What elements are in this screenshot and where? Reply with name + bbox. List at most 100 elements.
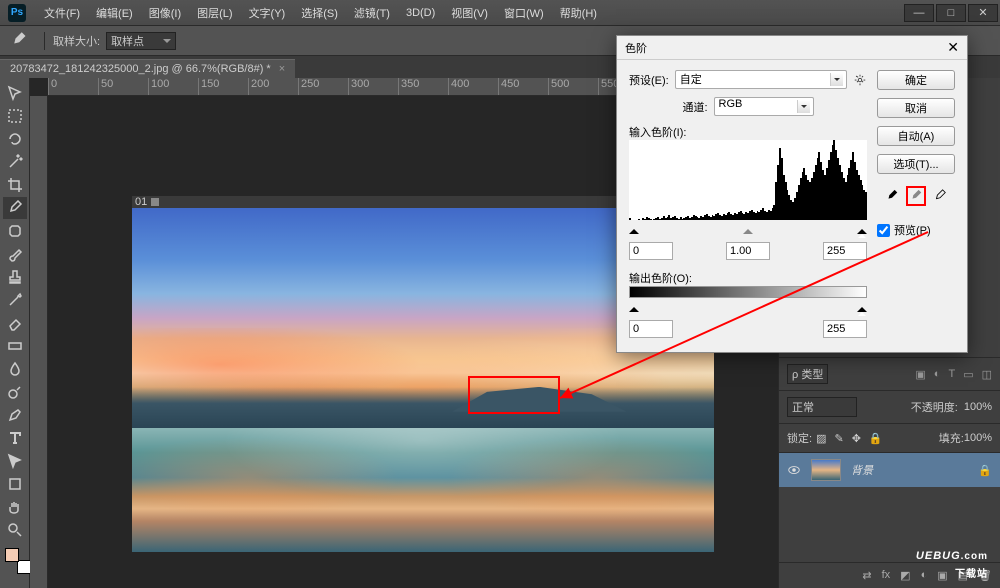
lock-paint-icon[interactable]: ✎ [834,432,843,445]
watermark: UEBUG.com 下载站 [916,542,988,580]
color-swatch[interactable] [5,548,25,568]
ok-button[interactable]: 确定 [877,70,955,90]
histogram [629,140,867,220]
menu-help[interactable]: 帮助(H) [552,5,605,21]
output-gradient [629,286,867,298]
blend-mode-combo[interactable]: 正常 [787,397,857,417]
filter-smart-icon[interactable]: ◫ [982,368,992,381]
dialog-close-icon[interactable]: ✕ [947,39,959,56]
wand-tool[interactable] [3,151,27,173]
crop-tool[interactable] [3,174,27,196]
layers-blend-row: 正常 不透明度: 100% [779,391,1000,424]
toolbox [0,78,30,588]
output-levels-label: 输出色阶(O): [629,273,692,285]
channel-label: 通道: [682,99,707,115]
menu-layer[interactable]: 图层(L) [189,5,240,21]
fill-value[interactable]: 100% [964,432,992,444]
gear-icon[interactable] [853,73,867,87]
zoom-tool[interactable] [3,519,27,541]
opacity-label: 不透明度: [911,399,958,415]
gray-eyedropper[interactable] [906,186,926,206]
gamma-slider[interactable] [743,224,753,234]
stamp-tool[interactable] [3,266,27,288]
out-white-slider[interactable] [857,302,867,312]
menu-3d[interactable]: 3D(D) [398,7,443,19]
layer-thumbnail [811,459,841,481]
layer-filter-combo[interactable]: ρ 类型 [787,364,828,384]
input-black-field[interactable] [629,242,673,260]
tab-title: 20783472_181242325000_2.jpg @ 66.7%(RGB/… [10,63,271,75]
menu-filter[interactable]: 滤镜(T) [346,5,398,21]
input-levels-label: 输入色阶(I): [629,127,686,139]
maximize-button[interactable]: □ [936,4,966,22]
auto-button[interactable]: 自动(A) [877,126,955,146]
eraser-tool[interactable] [3,312,27,334]
lock-icon: 🔒 [978,464,992,477]
lasso-tool[interactable] [3,128,27,150]
menu-type[interactable]: 文字(Y) [241,5,294,21]
blur-tool[interactable] [3,358,27,380]
levels-dialog: 色阶 ✕ 预设(E): 自定 通道: RGB 输入色阶(I): [616,35,968,353]
menu-file[interactable]: 文件(F) [36,5,88,21]
layer-row-background[interactable]: 背景 🔒 [779,453,1000,487]
tab-close-icon[interactable]: × [279,63,285,75]
menu-window[interactable]: 窗口(W) [496,5,552,21]
preview-checkbox[interactable]: 预览(P) [877,222,955,238]
menu-view[interactable]: 视图(V) [443,5,496,21]
heal-tool[interactable] [3,220,27,242]
fx-icon[interactable]: fx [882,569,891,582]
black-eyedropper[interactable] [882,186,902,206]
path-tool[interactable] [3,450,27,472]
menu-select[interactable]: 选择(S) [293,5,346,21]
opacity-value[interactable]: 100% [964,401,992,413]
shape-tool[interactable] [3,473,27,495]
lock-all-icon[interactable]: 🔒 [869,432,883,445]
output-black-field[interactable] [629,320,673,338]
dialog-title: 色阶 [625,40,647,56]
white-point-slider[interactable] [857,224,867,234]
channel-combo[interactable]: RGB [714,97,814,116]
filter-shape-icon[interactable]: ▭ [963,368,973,381]
black-point-slider[interactable] [629,224,639,234]
lock-move-icon[interactable]: ✥ [852,432,861,445]
menu-edit[interactable]: 编辑(E) [88,5,141,21]
output-sliders [629,302,867,314]
input-white-field[interactable] [823,242,867,260]
dodge-tool[interactable] [3,381,27,403]
visibility-icon[interactable] [787,463,801,477]
sample-size-combo[interactable]: 取样点 [106,32,176,50]
input-sliders [629,224,867,236]
filter-adjust-icon[interactable]: ◐ [934,368,941,381]
history-brush-tool[interactable] [3,289,27,311]
minimize-button[interactable]: — [904,4,934,22]
layer-name: 背景 [851,462,873,478]
type-tool[interactable] [3,427,27,449]
out-black-slider[interactable] [629,302,639,312]
annotation-rectangle [468,376,560,414]
gradient-tool[interactable] [3,335,27,357]
brush-tool[interactable] [3,243,27,265]
hand-tool[interactable] [3,496,27,518]
pen-tool[interactable] [3,404,27,426]
dialog-titlebar[interactable]: 色阶 ✕ [617,36,967,60]
input-gamma-field[interactable] [726,242,770,260]
eyedropper-tool[interactable] [3,197,27,219]
mask-icon[interactable]: ◩ [900,569,910,582]
filter-pixel-icon[interactable]: ▣ [915,368,925,381]
options-button[interactable]: 选项(T)... [877,154,955,174]
filter-type-icon[interactable]: T [948,368,955,381]
lock-trans-icon[interactable]: ▨ [816,432,826,445]
cancel-button[interactable]: 取消 [877,98,955,118]
fill-label: 填充: [939,430,964,446]
menubar: 文件(F) 编辑(E) 图像(I) 图层(L) 文字(Y) 选择(S) 滤镜(T… [0,0,605,26]
close-button[interactable]: ✕ [968,4,998,22]
marquee-tool[interactable] [3,105,27,127]
menu-image[interactable]: 图像(I) [141,5,189,21]
document-tab[interactable]: 20783472_181242325000_2.jpg @ 66.7%(RGB/… [0,59,295,78]
output-white-field[interactable] [823,320,867,338]
move-tool[interactable] [3,82,27,104]
sample-size-label: 取样大小: [53,33,100,49]
white-eyedropper[interactable] [930,186,950,206]
link-icon[interactable]: ⇄ [862,569,871,582]
preset-combo[interactable]: 自定 [675,70,847,89]
